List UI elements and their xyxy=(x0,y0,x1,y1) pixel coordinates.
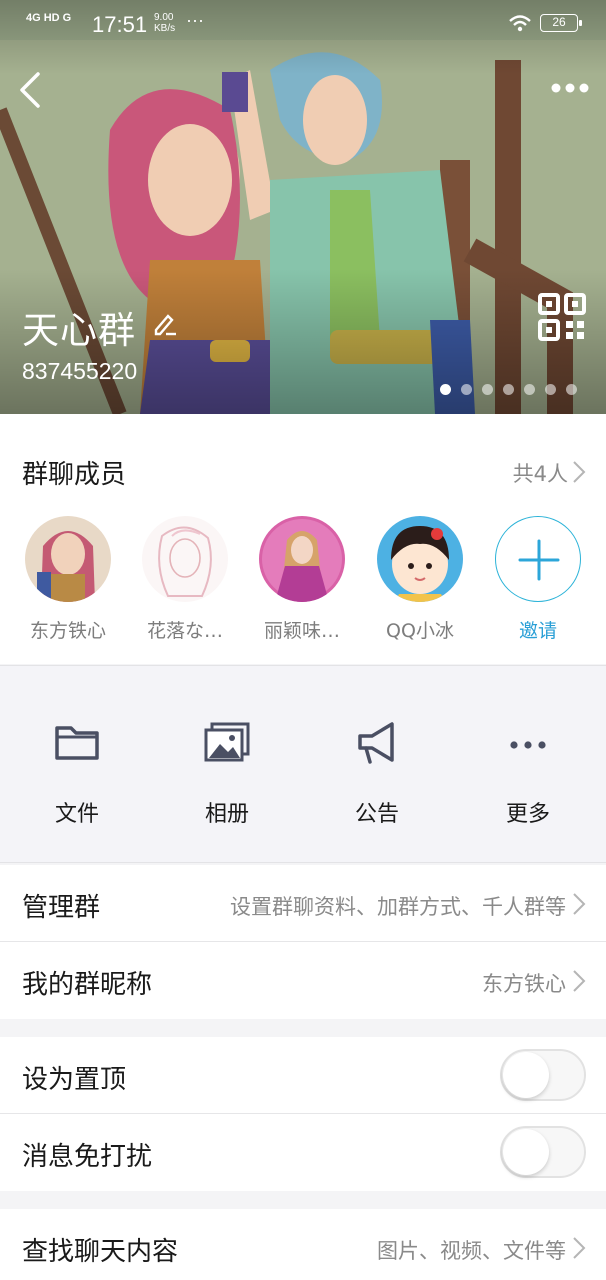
status-more: ··· xyxy=(186,10,204,30)
network-speed: 9.00 KB/s xyxy=(154,12,176,34)
battery-icon: 26 xyxy=(540,14,582,32)
page-dot xyxy=(545,384,556,395)
megaphone-icon xyxy=(358,722,394,764)
pin-to-top-row: 设为置顶 xyxy=(0,1037,606,1114)
row-label: 管理群 xyxy=(22,893,101,923)
page-dot xyxy=(482,384,493,395)
row-label: 消息免打扰 xyxy=(22,1142,153,1172)
row-label: 设为置顶 xyxy=(22,1065,127,1095)
cover-page-indicator xyxy=(440,384,577,395)
chevron-right-icon xyxy=(573,970,586,992)
group-id: 837455220 xyxy=(22,358,138,384)
avatar xyxy=(259,516,345,602)
action-label: 相册 xyxy=(204,802,249,827)
album-action[interactable]: 相册 xyxy=(172,720,282,828)
edit-icon[interactable] xyxy=(152,310,178,336)
more-options-button[interactable] xyxy=(548,76,592,100)
search-chat-row[interactable]: 查找聊天内容 图片、视频、文件等 xyxy=(0,1209,606,1280)
plus-icon xyxy=(495,516,581,602)
group-cover-banner[interactable]: 4G HD G 17:51 9.00 KB/s ··· 26 天心群 83745… xyxy=(0,0,606,414)
page-dot xyxy=(461,384,472,395)
status-time: 17:51 xyxy=(92,12,148,37)
announcement-action[interactable]: 公告 xyxy=(322,720,432,828)
folder-icon xyxy=(55,726,99,760)
toggle-knob xyxy=(503,1129,549,1175)
action-label: 文件 xyxy=(54,802,99,827)
group-nickname-row[interactable]: 我的群昵称 东方铁心 xyxy=(0,942,606,1019)
do-not-disturb-row: 消息免打扰 xyxy=(0,1114,606,1191)
member-name: 东方铁心 xyxy=(29,620,106,642)
page-dot xyxy=(440,384,451,395)
more-action[interactable]: 更多 xyxy=(473,720,583,828)
chevron-right-icon xyxy=(573,461,586,483)
files-action[interactable]: 文件 xyxy=(22,720,132,828)
pin-toggle[interactable] xyxy=(500,1049,586,1101)
member-name: QQ小冰 xyxy=(386,620,454,642)
member-item[interactable]: 丽颖味… xyxy=(252,516,352,643)
row-value: 设置群聊资料、加群方式、千人群等 xyxy=(230,895,566,919)
more-dots-icon xyxy=(510,741,546,749)
page-dot xyxy=(503,384,514,395)
qr-code-icon[interactable] xyxy=(537,292,587,342)
page-dot xyxy=(524,384,535,395)
invite-button[interactable]: 邀请 xyxy=(488,516,588,643)
wifi-icon xyxy=(509,15,531,32)
members-title: 群聊成员 xyxy=(22,460,127,490)
member-name: 丽颖味… xyxy=(263,620,340,642)
quick-actions: 文件 相册 公告 更多 xyxy=(0,665,606,863)
back-button[interactable] xyxy=(14,70,46,110)
action-label: 更多 xyxy=(505,802,550,827)
group-name: 天心群 xyxy=(22,309,136,352)
row-value: 图片、视频、文件等 xyxy=(377,1239,566,1263)
avatar xyxy=(142,516,228,602)
members-section: 群聊成员 共4人 东方铁心 花落な… 丽颖味… QQ小冰 邀请 xyxy=(0,414,606,664)
row-label: 查找聊天内容 xyxy=(22,1237,179,1267)
invite-label: 邀请 xyxy=(518,620,557,642)
row-label: 我的群昵称 xyxy=(22,970,153,1000)
action-label: 公告 xyxy=(354,802,399,827)
member-item[interactable]: 花落な… xyxy=(135,516,235,643)
member-name: 花落な… xyxy=(146,620,223,642)
avatar xyxy=(377,516,463,602)
manage-group-row[interactable]: 管理群 设置群聊资料、加群方式、千人群等 xyxy=(0,865,606,942)
members-count-link[interactable]: 共4人 xyxy=(513,458,568,488)
page-dot xyxy=(566,384,577,395)
row-value: 东方铁心 xyxy=(482,972,566,996)
chevron-right-icon xyxy=(573,893,586,915)
chevron-right-icon xyxy=(573,1237,586,1259)
member-item[interactable]: 东方铁心 xyxy=(18,516,118,643)
album-icon xyxy=(204,722,250,762)
signal-indicator: 4G HD G xyxy=(26,12,72,24)
member-item[interactable]: QQ小冰 xyxy=(370,516,470,643)
mute-toggle[interactable] xyxy=(500,1126,586,1178)
status-bar: 4G HD G 17:51 9.00 KB/s ··· 26 xyxy=(0,0,606,50)
toggle-knob xyxy=(503,1052,549,1098)
avatar xyxy=(25,516,111,602)
